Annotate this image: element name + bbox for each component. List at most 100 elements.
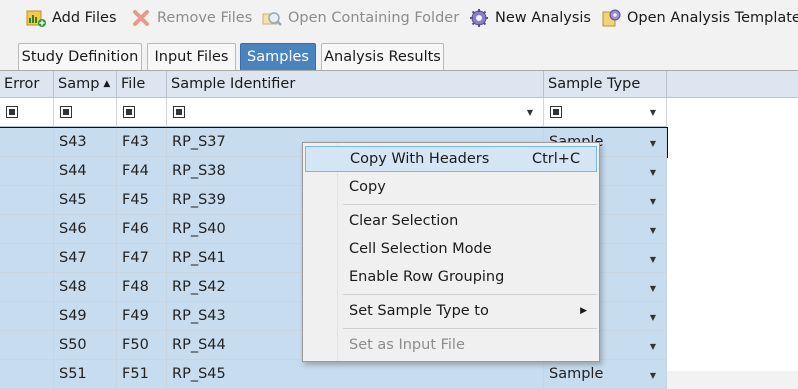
menu-item-cell-selection-mode[interactable]: Cell Selection Mode xyxy=(305,236,597,262)
toolbar: Add Files Remove Files Open Containing F… xyxy=(0,0,798,36)
chevron-down-icon[interactable]: ▼ xyxy=(650,284,656,293)
header-filler xyxy=(667,71,798,98)
cell-file[interactable]: F45 xyxy=(117,186,167,215)
menu-item-set-as-input-file[interactable]: Set as Input File xyxy=(305,332,597,358)
menu-item-label: Copy xyxy=(349,179,386,195)
cell-sample[interactable]: S47 xyxy=(54,244,117,273)
cell-file[interactable]: F48 xyxy=(117,273,167,302)
add-files-label: Add Files xyxy=(52,10,117,26)
chevron-down-icon[interactable]: ▼ xyxy=(650,255,656,264)
menu-item-clear-selection[interactable]: Clear Selection xyxy=(305,208,597,234)
cell-error[interactable] xyxy=(0,215,54,244)
tab-input-files[interactable]: Input Files xyxy=(147,43,236,70)
menu-item-copy[interactable]: Copy xyxy=(305,174,597,200)
cell-file[interactable]: F50 xyxy=(117,331,167,360)
cell-file[interactable]: F44 xyxy=(117,157,167,186)
menu-separator xyxy=(343,294,597,295)
menu-item-label: Set Sample Type to xyxy=(349,303,489,319)
remove-x-icon xyxy=(131,8,151,28)
cell-sample[interactable]: S45 xyxy=(54,186,117,215)
chevron-down-icon[interactable]: ▼ xyxy=(650,342,656,351)
column-header-sample-identifier[interactable]: Sample Identifier xyxy=(167,71,544,98)
menu-separator xyxy=(343,204,597,205)
cell-error[interactable] xyxy=(0,331,54,360)
tab-bar: Study Definition Input Files Samples Ana… xyxy=(0,40,798,70)
chevron-down-icon[interactable]: ▼ xyxy=(650,226,656,235)
filter-icon xyxy=(173,106,185,118)
chevron-down-icon[interactable]: ▼ xyxy=(650,371,656,380)
cell-sample[interactable]: S46 xyxy=(54,215,117,244)
column-header-sample[interactable]: Samp ▲ xyxy=(54,71,117,98)
open-analysis-template-button[interactable]: Open Analysis Template xyxy=(601,6,798,30)
chevron-down-icon[interactable]: ▼ xyxy=(650,168,656,177)
column-header-sample-type[interactable]: Sample Type xyxy=(544,71,667,98)
template-gear-icon xyxy=(601,8,621,28)
sort-ascending-icon: ▲ xyxy=(103,79,111,89)
chevron-down-icon[interactable]: ▼ xyxy=(527,108,533,117)
cell-error[interactable] xyxy=(0,244,54,273)
menu-item-shortcut: Ctrl+C xyxy=(532,151,581,167)
filter-sample-identifier[interactable]: ▼ xyxy=(167,98,544,127)
cell-file[interactable]: F46 xyxy=(117,215,167,244)
cell-error[interactable] xyxy=(0,157,54,186)
filter-icon xyxy=(123,106,135,118)
add-files-icon xyxy=(26,8,46,28)
chevron-down-icon[interactable]: ▼ xyxy=(650,139,656,148)
menu-item-label: Copy With Headers xyxy=(350,151,490,167)
cell-error[interactable] xyxy=(0,302,54,331)
remove-files-button[interactable]: Remove Files xyxy=(131,6,252,30)
filter-sample[interactable] xyxy=(54,98,117,127)
menu-item-label: Set as Input File xyxy=(349,337,465,353)
remove-files-label: Remove Files xyxy=(157,10,253,26)
tab-study-definition[interactable]: Study Definition xyxy=(18,43,142,70)
cell-sample[interactable]: S49 xyxy=(54,302,117,331)
cell-sample[interactable]: S50 xyxy=(54,331,117,360)
open-containing-folder-button[interactable]: Open Containing Folder xyxy=(262,6,459,30)
cell-sample-type[interactable]: Sample ▼ xyxy=(544,360,667,389)
cell-sample[interactable]: S51 xyxy=(54,360,117,389)
cell-sample[interactable]: S48 xyxy=(54,273,117,302)
column-header-error[interactable]: Error xyxy=(0,71,54,98)
table-row[interactable]: S51 F51 RP_S45 Sample ▼ xyxy=(0,360,667,389)
tab-samples[interactable]: Samples xyxy=(240,43,316,70)
menu-item-copy-with-headers[interactable]: Copy With Headers Ctrl+C xyxy=(305,146,597,172)
submenu-arrow-icon: ▶ xyxy=(580,306,587,316)
menu-item-set-sample-type[interactable]: Set Sample Type to ▶ xyxy=(305,298,597,324)
cell-file[interactable]: F43 xyxy=(117,128,167,157)
menu-item-label: Enable Row Grouping xyxy=(349,269,505,285)
menu-item-label: Cell Selection Mode xyxy=(349,241,492,257)
chevron-down-icon[interactable]: ▼ xyxy=(650,108,656,117)
column-header-file[interactable]: File xyxy=(117,71,167,98)
add-files-button[interactable]: Add Files xyxy=(26,6,117,30)
cell-file[interactable]: F49 xyxy=(117,302,167,331)
cell-error[interactable] xyxy=(0,360,54,389)
menu-separator xyxy=(343,328,597,329)
cell-sample[interactable]: S44 xyxy=(54,157,117,186)
open-containing-folder-label: Open Containing Folder xyxy=(288,10,460,26)
filter-icon xyxy=(60,106,72,118)
cell-sample[interactable]: S43 xyxy=(54,128,117,157)
filter-sample-type[interactable]: ▼ xyxy=(544,98,667,127)
filter-error[interactable] xyxy=(0,98,54,127)
cell-error[interactable] xyxy=(0,186,54,215)
filter-icon xyxy=(550,106,562,118)
cell-file[interactable]: F51 xyxy=(117,360,167,389)
new-analysis-button[interactable]: New Analysis xyxy=(469,6,591,30)
cell-sample-type-value: Sample xyxy=(549,366,604,382)
filter-file[interactable] xyxy=(117,98,167,127)
cell-identifier[interactable]: RP_S45 xyxy=(167,360,544,389)
menu-item-enable-row-grouping[interactable]: Enable Row Grouping xyxy=(305,264,597,290)
cell-error[interactable] xyxy=(0,273,54,302)
cell-error[interactable] xyxy=(0,128,54,157)
filter-icon xyxy=(6,106,18,118)
column-header-sample-label: Samp xyxy=(58,76,100,92)
context-menu: Copy With Headers Ctrl+C Copy Clear Sele… xyxy=(302,142,600,362)
gear-icon xyxy=(469,8,489,28)
tab-analysis-results[interactable]: Analysis Results xyxy=(321,43,444,70)
chevron-down-icon[interactable]: ▼ xyxy=(650,313,656,322)
cell-file[interactable]: F47 xyxy=(117,244,167,273)
menu-item-label: Clear Selection xyxy=(349,213,459,229)
folder-search-icon xyxy=(262,8,282,28)
chevron-down-icon[interactable]: ▼ xyxy=(650,197,656,206)
open-analysis-template-label: Open Analysis Template xyxy=(627,10,798,26)
